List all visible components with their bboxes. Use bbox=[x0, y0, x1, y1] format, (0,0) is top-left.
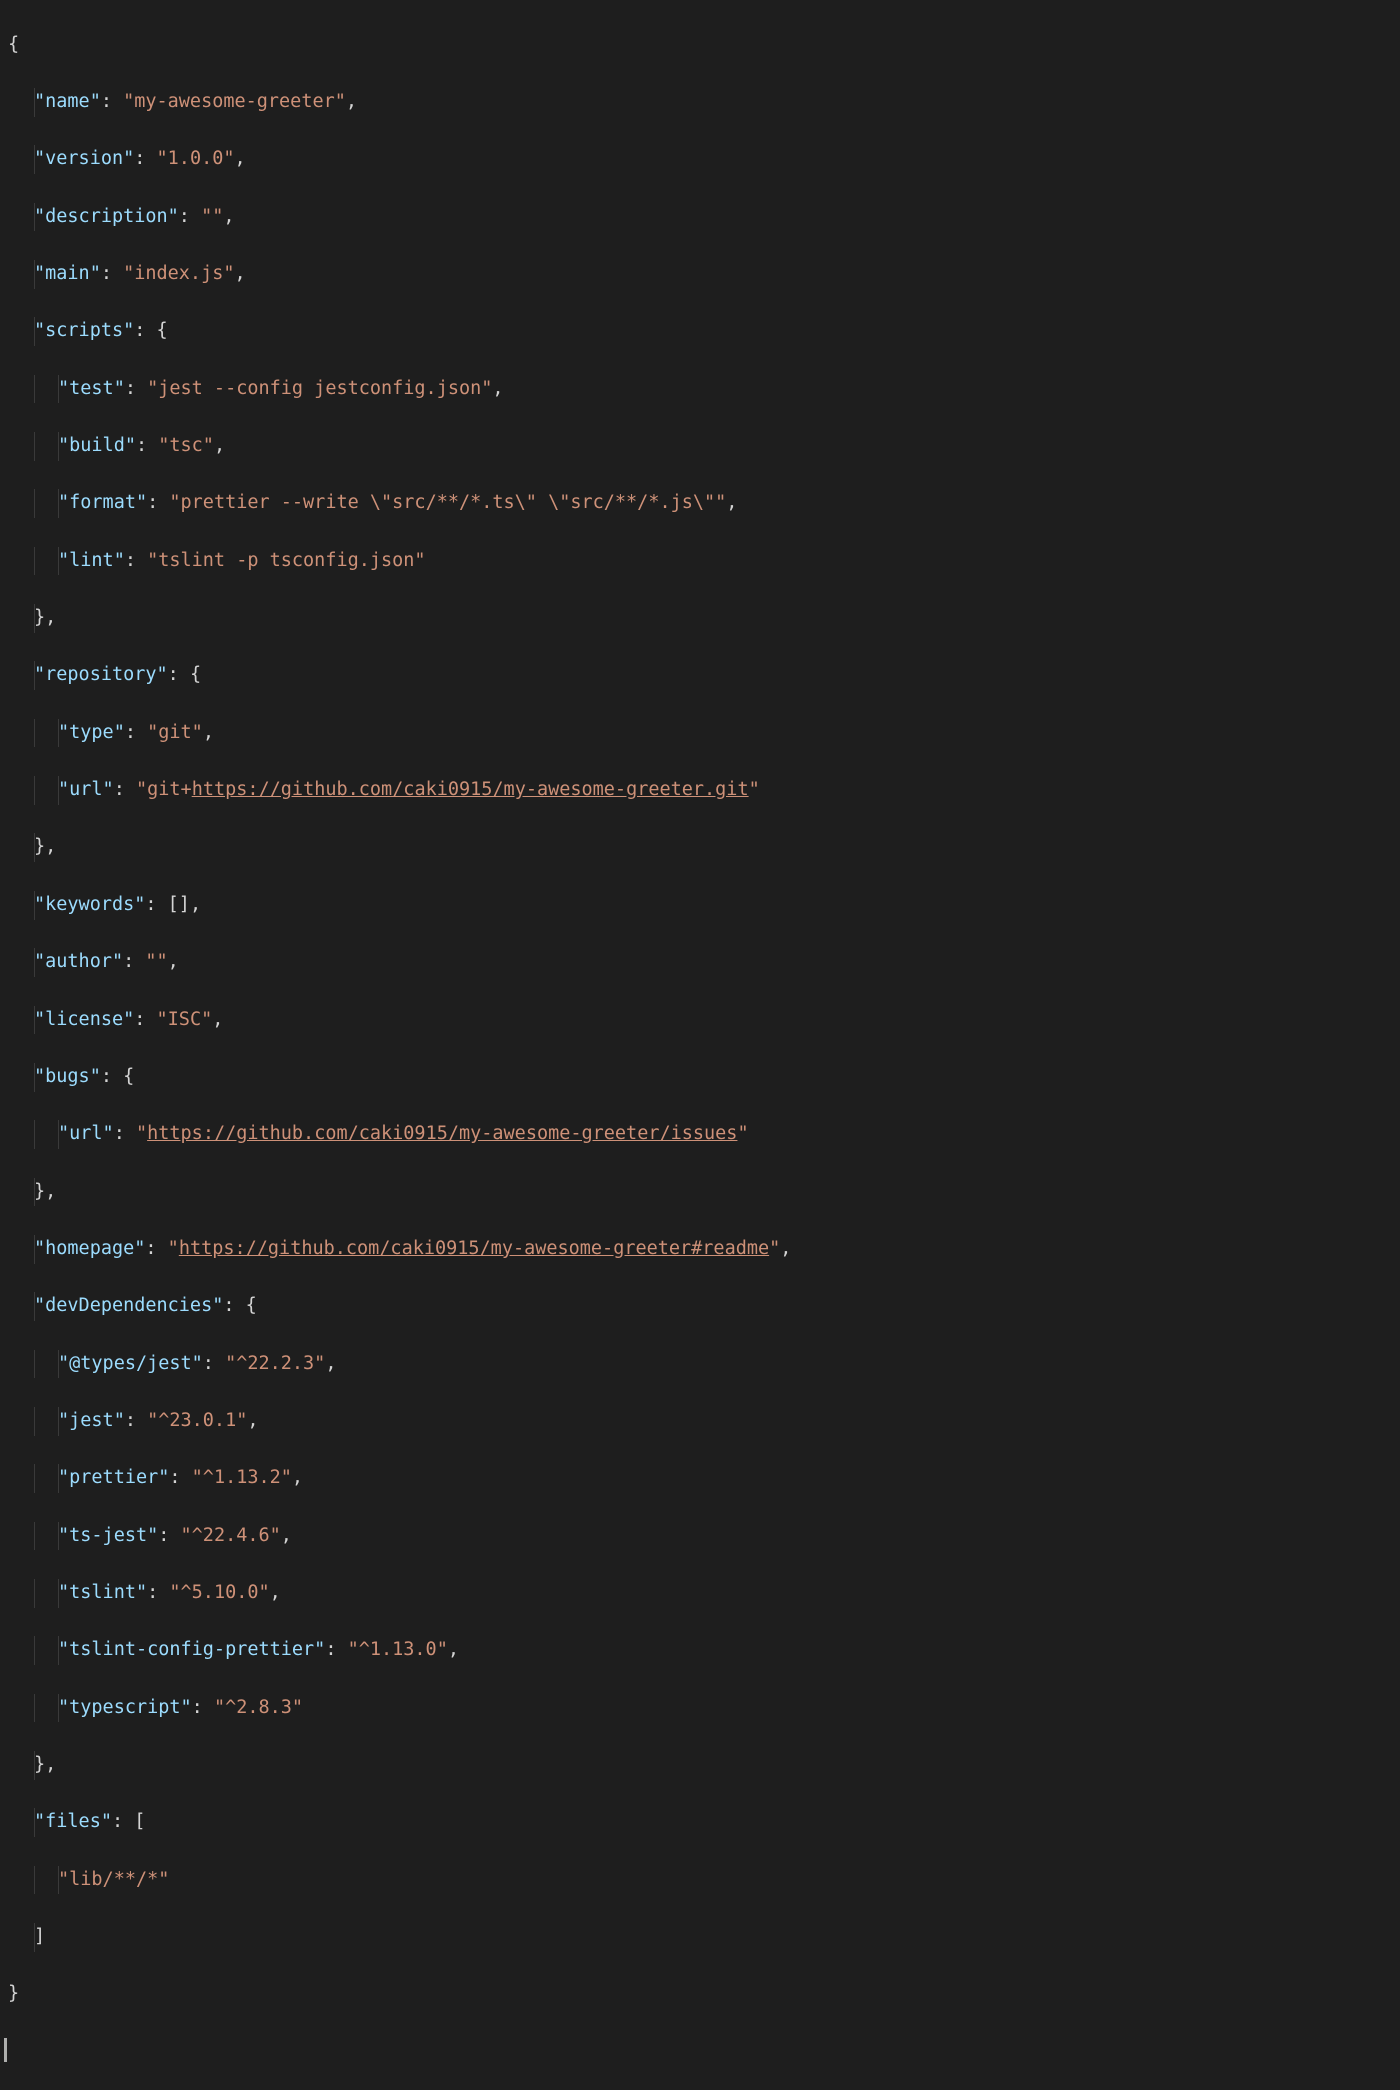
code-line: "files": [ bbox=[4, 1808, 1400, 1837]
code-line: "lib/**/*" bbox=[4, 1866, 1400, 1895]
code-line: { bbox=[4, 31, 1400, 60]
code-line: "name": "my-awesome-greeter", bbox=[4, 88, 1400, 117]
code-line: }, bbox=[4, 1751, 1400, 1780]
code-line: "scripts": { bbox=[4, 317, 1400, 346]
repository-url-link[interactable]: https://github.com/caki0915/my-awesome-g… bbox=[192, 779, 749, 800]
code-line: "format": "prettier --write \"src/**/*.t… bbox=[4, 489, 1400, 518]
homepage-url-link[interactable]: https://github.com/caki0915/my-awesome-g… bbox=[179, 1238, 769, 1259]
text-cursor bbox=[4, 2038, 7, 2062]
code-line: "description": "", bbox=[4, 203, 1400, 232]
code-line: }, bbox=[4, 1178, 1400, 1207]
code-line: "url": "https://github.com/caki0915/my-a… bbox=[4, 1120, 1400, 1149]
code-line: "lint": "tslint -p tsconfig.json" bbox=[4, 547, 1400, 576]
code-line: "typescript": "^2.8.3" bbox=[4, 1694, 1400, 1723]
cursor-line bbox=[4, 2038, 1400, 2062]
code-line: "bugs": { bbox=[4, 1063, 1400, 1092]
code-editor[interactable]: { "name": "my-awesome-greeter", "version… bbox=[4, 2, 1400, 2090]
bugs-url-link[interactable]: https://github.com/caki0915/my-awesome-g… bbox=[147, 1123, 737, 1144]
code-line: "prettier": "^1.13.2", bbox=[4, 1464, 1400, 1493]
code-line: "@types/jest": "^22.2.3", bbox=[4, 1350, 1400, 1379]
code-line: "tslint": "^5.10.0", bbox=[4, 1579, 1400, 1608]
code-line: }, bbox=[4, 604, 1400, 633]
code-line: "devDependencies": { bbox=[4, 1292, 1400, 1321]
code-line: "license": "ISC", bbox=[4, 1006, 1400, 1035]
code-line: "homepage": "https://github.com/caki0915… bbox=[4, 1235, 1400, 1264]
code-line: "url": "git+https://github.com/caki0915/… bbox=[4, 776, 1400, 805]
code-line: "test": "jest --config jestconfig.json", bbox=[4, 375, 1400, 404]
code-line: "repository": { bbox=[4, 661, 1400, 690]
code-line: "type": "git", bbox=[4, 719, 1400, 748]
code-line: } bbox=[4, 1980, 1400, 2009]
code-line: "tslint-config-prettier": "^1.13.0", bbox=[4, 1636, 1400, 1665]
code-line: "version": "1.0.0", bbox=[4, 145, 1400, 174]
code-line: "jest": "^23.0.1", bbox=[4, 1407, 1400, 1436]
code-line: "keywords": [], bbox=[4, 891, 1400, 920]
code-line: }, bbox=[4, 833, 1400, 862]
code-line: "build": "tsc", bbox=[4, 432, 1400, 461]
code-line: ] bbox=[4, 1923, 1400, 1952]
code-line: "author": "", bbox=[4, 948, 1400, 977]
code-line: "ts-jest": "^22.4.6", bbox=[4, 1522, 1400, 1551]
code-line: "main": "index.js", bbox=[4, 260, 1400, 289]
